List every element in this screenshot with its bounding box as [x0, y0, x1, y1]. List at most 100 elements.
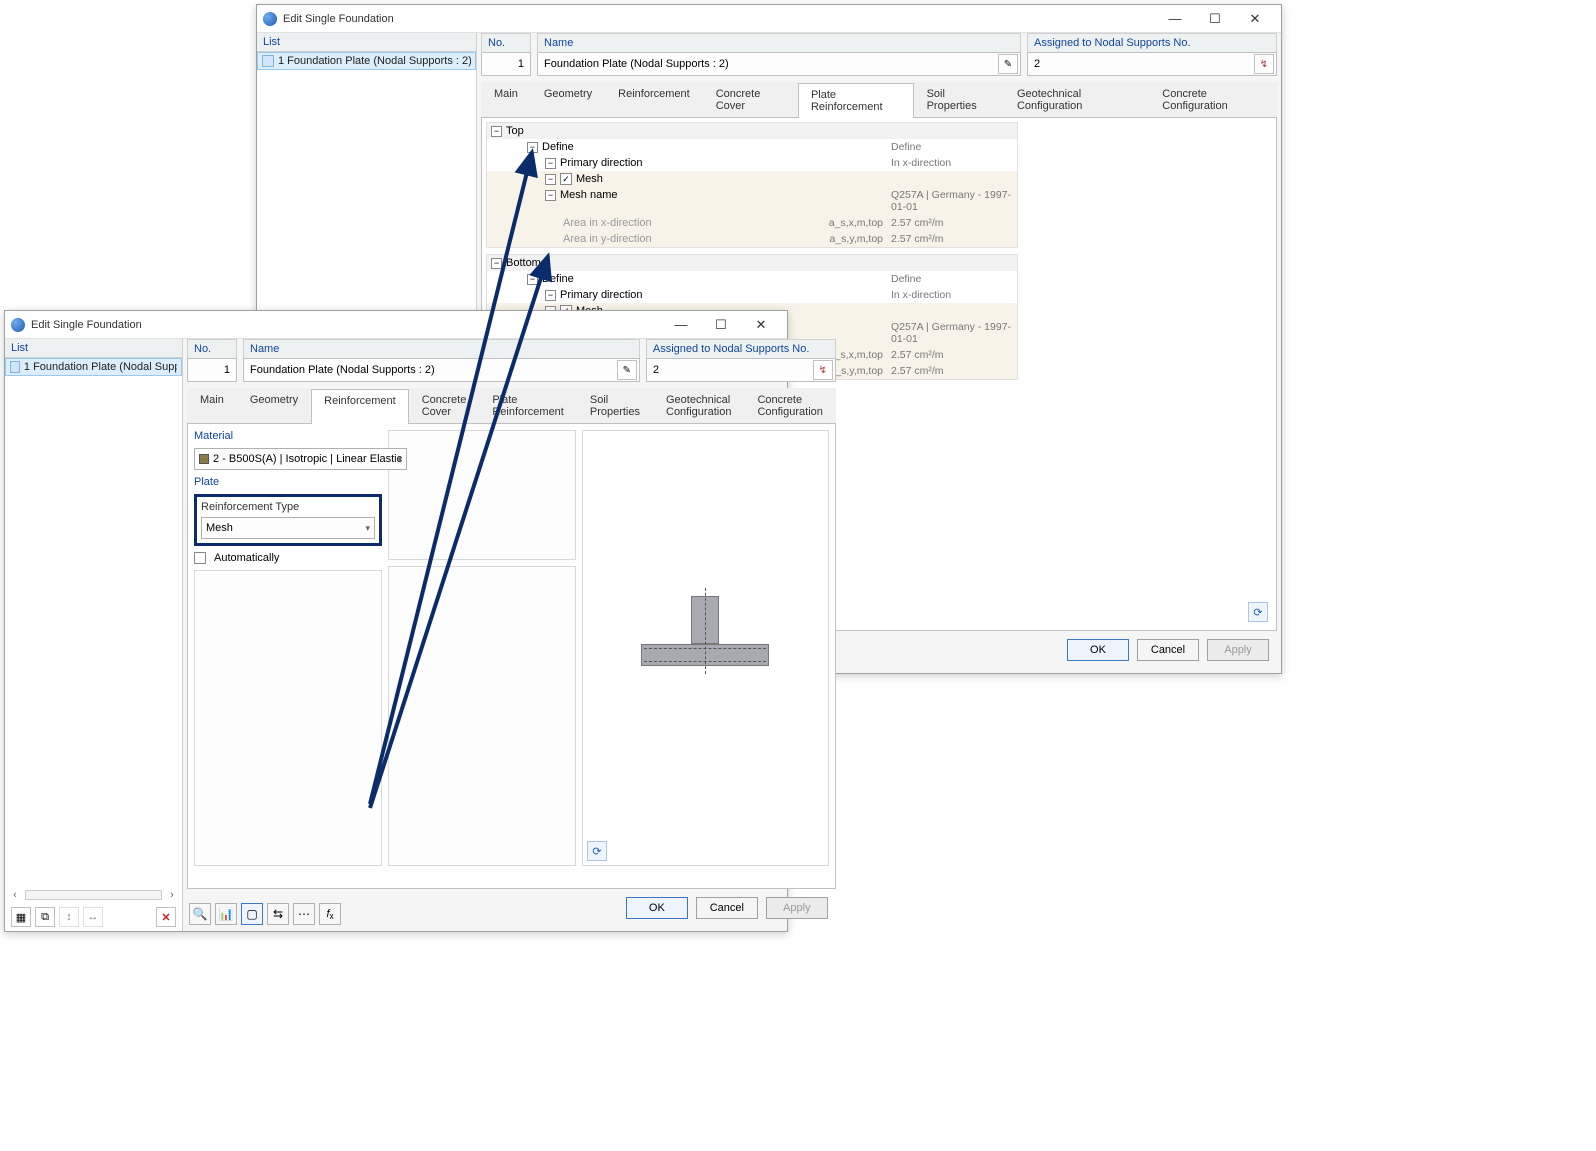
plate-heading: Plate	[194, 476, 382, 488]
ok-button[interactable]: OK	[626, 897, 688, 919]
collapse-icon[interactable]: −	[491, 258, 502, 269]
material-combo[interactable]: 2 - B500S(A) | Isotropic | Linear Elasti…	[194, 448, 407, 470]
pick-support-icon[interactable]: ↯	[813, 360, 833, 380]
tree-row-label[interactable]: Area in y-direction	[487, 231, 797, 247]
view-icon-4[interactable]: ⇆	[267, 903, 289, 925]
list-panel: List 1 Foundation Plate (Nodal Supports …	[5, 339, 183, 931]
tab-geometry[interactable]: Geometry	[531, 82, 605, 117]
tab-geotechnical-configuration[interactable]: Geotechnical Configuration	[653, 388, 744, 423]
no-input[interactable]: 1	[481, 52, 531, 76]
checkbox-icon[interactable]: ✓	[560, 173, 572, 185]
view-icon-3[interactable]: ▢	[241, 903, 263, 925]
tree-row-value: Define	[887, 271, 1017, 287]
tree-row-label[interactable]: Area in x-direction	[487, 215, 797, 231]
no-header: No.	[187, 339, 237, 358]
material-heading: Material	[194, 430, 382, 442]
collapse-icon[interactable]: −	[491, 126, 502, 137]
section-header[interactable]: −Bottom	[487, 255, 1017, 271]
tree-row-label[interactable]: −Mesh name	[487, 187, 797, 215]
assigned-input[interactable]: 2 ↯	[646, 358, 836, 382]
tree-row-symbol: a_s,x,m,top	[797, 215, 887, 231]
tab-strip: MainGeometryReinforcementConcrete CoverP…	[187, 388, 836, 424]
delete-icon[interactable]: ✕	[156, 907, 176, 927]
tab-soil-properties[interactable]: Soil Properties	[577, 388, 653, 423]
tree-row-value: 2.57 cm²/m	[887, 231, 1017, 247]
close-button[interactable]: ✕	[741, 311, 781, 339]
tree-row-value: In x-direction	[887, 155, 1017, 171]
maximize-button[interactable]: ☐	[1195, 5, 1235, 33]
horizontal-scrollbar[interactable]: ‹›	[5, 887, 182, 903]
edit-name-icon[interactable]: ✎	[617, 360, 637, 380]
name-header: Name	[537, 33, 1021, 52]
tree-row-value: In x-direction	[887, 287, 1017, 303]
close-button[interactable]: ✕	[1235, 5, 1275, 33]
expand-icon[interactable]: −	[545, 158, 556, 169]
copy-list-icon[interactable]: ⧉	[35, 907, 55, 927]
edit-name-icon[interactable]: ✎	[998, 54, 1018, 74]
view-icon-2[interactable]: 📊	[215, 903, 237, 925]
tab-main[interactable]: Main	[481, 82, 531, 117]
tab-geometry[interactable]: Geometry	[237, 388, 311, 423]
tab-geotechnical-configuration[interactable]: Geotechnical Configuration	[1004, 82, 1149, 117]
titlebar[interactable]: Edit Single Foundation — ☐ ✕	[5, 311, 787, 339]
tool-icon-2[interactable]: ↔	[83, 907, 103, 927]
list-item[interactable]: 1 Foundation Plate (Nodal Supports : 2)	[5, 358, 182, 376]
tree-row-label[interactable]: −Define	[487, 139, 797, 155]
pick-support-icon[interactable]: ↯	[1254, 54, 1274, 74]
reinforcement-type-combo[interactable]: Mesh ▾	[201, 517, 375, 539]
ok-button[interactable]: OK	[1067, 639, 1129, 661]
expand-icon[interactable]: −	[545, 290, 556, 301]
minimize-button[interactable]: —	[661, 311, 701, 339]
apply-button[interactable]: Apply	[766, 897, 828, 919]
name-header: Name	[243, 339, 640, 358]
tree-row-symbol	[797, 187, 887, 215]
checkbox-icon	[194, 552, 206, 564]
maximize-button[interactable]: ☐	[701, 311, 741, 339]
no-header: No.	[481, 33, 531, 52]
chevron-down-icon: ▾	[398, 454, 403, 465]
name-input[interactable]: Foundation Plate (Nodal Supports : 2) ✎	[243, 358, 640, 382]
tab-main[interactable]: Main	[187, 388, 237, 423]
cancel-button[interactable]: Cancel	[1137, 639, 1199, 661]
view-icon-1[interactable]: 🔍	[189, 903, 211, 925]
tab-reinforcement[interactable]: Reinforcement	[605, 82, 703, 117]
list-header: List	[5, 339, 182, 358]
tab-soil-properties[interactable]: Soil Properties	[914, 82, 1004, 117]
tab-concrete-cover[interactable]: Concrete Cover	[409, 388, 480, 423]
refresh-3d-icon[interactable]: ⟳	[587, 841, 607, 861]
tree-row-label[interactable]: −✓Mesh	[487, 171, 797, 187]
tab-reinforcement[interactable]: Reinforcement	[311, 389, 409, 424]
new-icon[interactable]: ▦	[11, 907, 31, 927]
tab-concrete-configuration[interactable]: Concrete Configuration	[1149, 82, 1277, 117]
list-item[interactable]: 1 Foundation Plate (Nodal Supports : 2)	[257, 52, 476, 70]
section-header[interactable]: −Top	[487, 123, 1017, 139]
expand-icon[interactable]: −	[527, 142, 538, 153]
view-icon-5[interactable]: ⋯	[293, 903, 315, 925]
tab-plate-reinforcement[interactable]: Plate Reinforcement	[798, 83, 914, 118]
cancel-button[interactable]: Cancel	[696, 897, 758, 919]
side-panel: ⟳	[1022, 122, 1272, 626]
refresh-3d-icon[interactable]: ⟳	[1248, 602, 1268, 622]
view-icon-6[interactable]: fₓ	[319, 903, 341, 925]
apply-button[interactable]: Apply	[1207, 639, 1269, 661]
tab-concrete-configuration[interactable]: Concrete Configuration	[744, 388, 835, 423]
expand-icon[interactable]: −	[545, 190, 556, 201]
tree-row-label[interactable]: −Define	[487, 271, 797, 287]
tool-icon-1[interactable]: ↕	[59, 907, 79, 927]
tree-row-symbol: a_s,y,m,top	[797, 231, 887, 247]
tab-concrete-cover[interactable]: Concrete Cover	[703, 82, 798, 117]
tree-row-value	[887, 171, 1017, 187]
expand-icon[interactable]: −	[545, 174, 556, 185]
tree-row-label[interactable]: −Primary direction	[487, 287, 797, 303]
tab-plate-reinforcement[interactable]: Plate Reinforcement	[479, 388, 577, 423]
minimize-button[interactable]: —	[1155, 5, 1195, 33]
tree-row-label[interactable]: −Primary direction	[487, 155, 797, 171]
no-input[interactable]: 1	[187, 358, 237, 382]
assigned-input[interactable]: 2 ↯	[1027, 52, 1277, 76]
expand-icon[interactable]: −	[527, 274, 538, 285]
preview-panel: ⟳	[582, 430, 829, 866]
tree-row-value: 2.57 cm²/m	[887, 363, 1017, 379]
automatically-checkbox[interactable]: Automatically	[194, 552, 382, 564]
titlebar[interactable]: Edit Single Foundation — ☐ ✕	[257, 5, 1281, 33]
name-input[interactable]: Foundation Plate (Nodal Supports : 2) ✎	[537, 52, 1021, 76]
